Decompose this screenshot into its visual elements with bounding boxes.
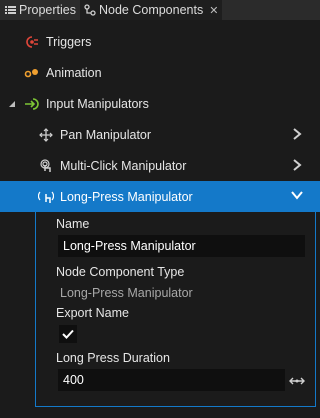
node-components-panel: Triggers Animation Input Manipulators Pa… [0,20,320,418]
long-press-duration-label: Long Press Duration [56,351,170,365]
tree-item-label: Animation [46,65,102,80]
tree-item-pan-manipulator[interactable]: Pan Manipulator [0,119,320,150]
tab-properties[interactable]: Properties [0,0,80,20]
node-components-icon [84,4,96,16]
tree-item-triggers[interactable]: Triggers [0,26,320,57]
expanded-arrow-icon[interactable] [6,100,18,108]
chevron-right-icon[interactable] [292,127,302,141]
tab-label: Node Components [98,3,204,17]
multi-click-icon [38,158,54,174]
animation-icon [24,65,40,81]
input-manipulator-icon [24,96,40,112]
name-label: Name [56,217,90,231]
properties-panel: Name Long-Press Manipulator Node Compone… [35,209,316,407]
export-name-checkbox[interactable] [59,325,77,343]
trigger-icon [24,34,40,50]
list-icon [4,4,16,16]
tree-item-label: Pan Manipulator [60,127,152,142]
close-icon[interactable]: ✕ [209,4,218,17]
chevron-down-icon[interactable] [290,190,304,200]
node-component-type-label: Node Component Type [56,265,185,279]
checkmark-icon [62,329,74,339]
long-press-icon [38,189,54,205]
tree-item-multi-click-manipulator[interactable]: Multi-Click Manipulator [0,150,320,181]
tree-item-input-manipulators[interactable]: Input Manipulators [0,88,320,119]
node-component-type-value: Long-Press Manipulator [60,286,193,300]
tree-item-long-press-manipulator[interactable]: Long-Press Manipulator [0,181,320,212]
tab-label: Properties [19,3,76,17]
tree-item-label: Multi-Click Manipulator [60,158,187,173]
long-press-duration-field[interactable]: 400 [58,369,285,391]
drag-adjust-icon[interactable] [289,375,305,387]
pan-icon [38,127,54,143]
tree-item-animation[interactable]: Animation [0,57,320,88]
tree-item-label: Triggers [46,34,92,49]
export-name-label: Export Name [56,306,129,320]
tab-bar: Properties Node Components ✕ [0,0,320,20]
tree-item-label: Long-Press Manipulator [60,189,193,204]
chevron-right-icon[interactable] [292,158,302,172]
tab-node-components[interactable]: Node Components ✕ [79,0,223,20]
tree-item-label: Input Manipulators [46,96,149,111]
name-field[interactable]: Long-Press Manipulator [58,235,305,257]
